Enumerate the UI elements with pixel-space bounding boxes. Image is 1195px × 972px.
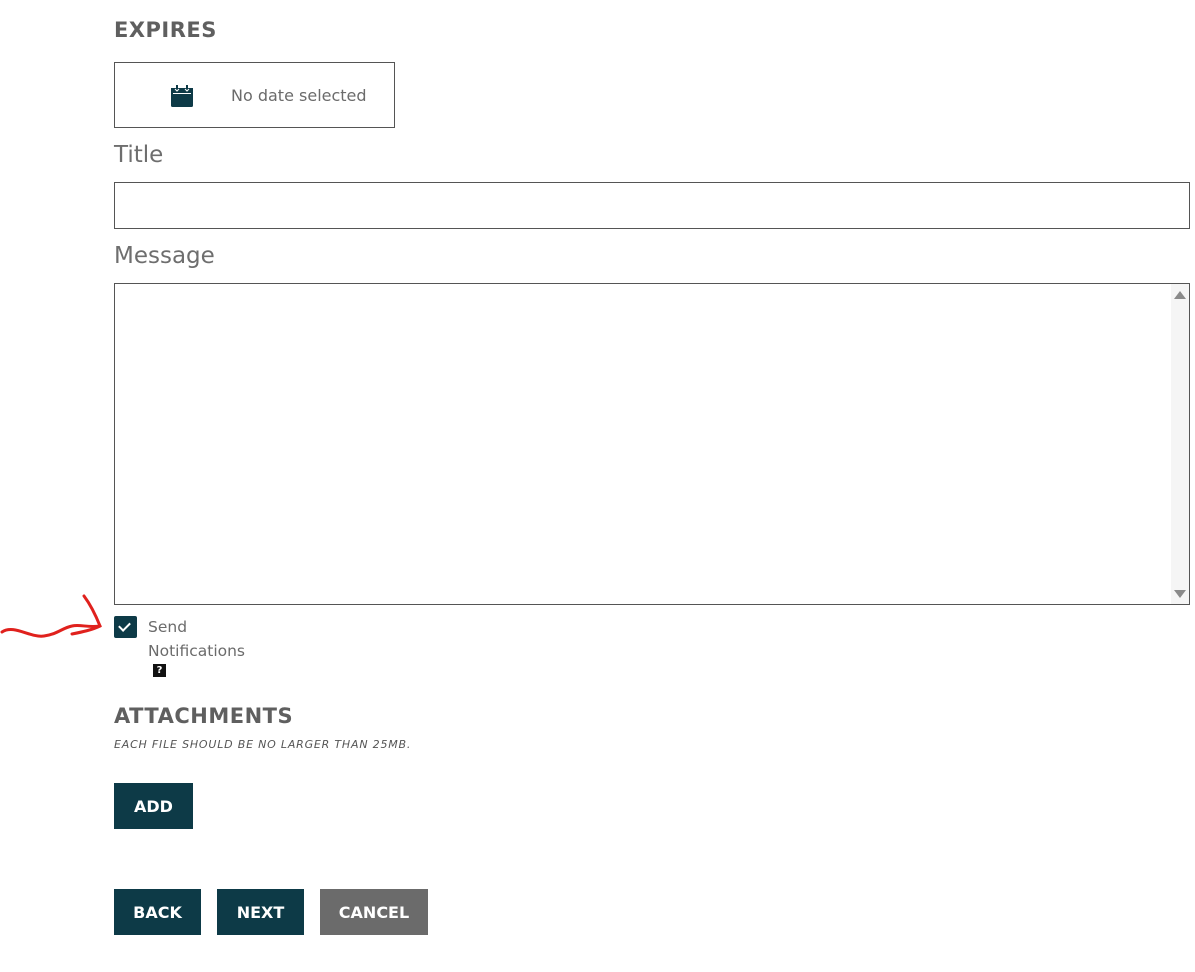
help-icon[interactable]: ? (153, 664, 166, 677)
calendar-icon (171, 85, 193, 107)
attachments-heading: ATTACHMENTS (114, 704, 294, 728)
checkmark-icon (118, 619, 131, 632)
expires-date-text: No date selected (231, 86, 367, 105)
cancel-button[interactable]: CANCEL (320, 889, 428, 935)
send-notifications-checkbox[interactable] (114, 616, 137, 638)
annotation-arrow-icon (0, 594, 102, 638)
message-textarea[interactable] (115, 284, 1171, 604)
message-scrollbar[interactable] (1171, 284, 1189, 604)
attachments-size-note: EACH FILE SHOULD BE NO LARGER THAN 25MB. (114, 738, 412, 751)
expires-date-picker[interactable]: No date selected (114, 62, 395, 128)
back-button[interactable]: BACK (114, 889, 201, 935)
add-attachment-button[interactable]: ADD (114, 783, 193, 829)
send-notifications-label: Send Notifications (148, 615, 245, 663)
message-label: Message (114, 243, 215, 269)
scroll-up-arrow-icon[interactable] (1174, 291, 1186, 299)
send-notifications-label-line1: Send (148, 618, 188, 636)
message-field[interactable] (114, 283, 1190, 605)
expires-heading: EXPIRES (114, 18, 217, 42)
scroll-down-arrow-icon[interactable] (1174, 590, 1186, 598)
title-input[interactable] (114, 182, 1190, 229)
next-button[interactable]: NEXT (217, 889, 304, 935)
send-notifications-label-line2: Notifications (148, 642, 246, 660)
title-label: Title (114, 142, 164, 168)
